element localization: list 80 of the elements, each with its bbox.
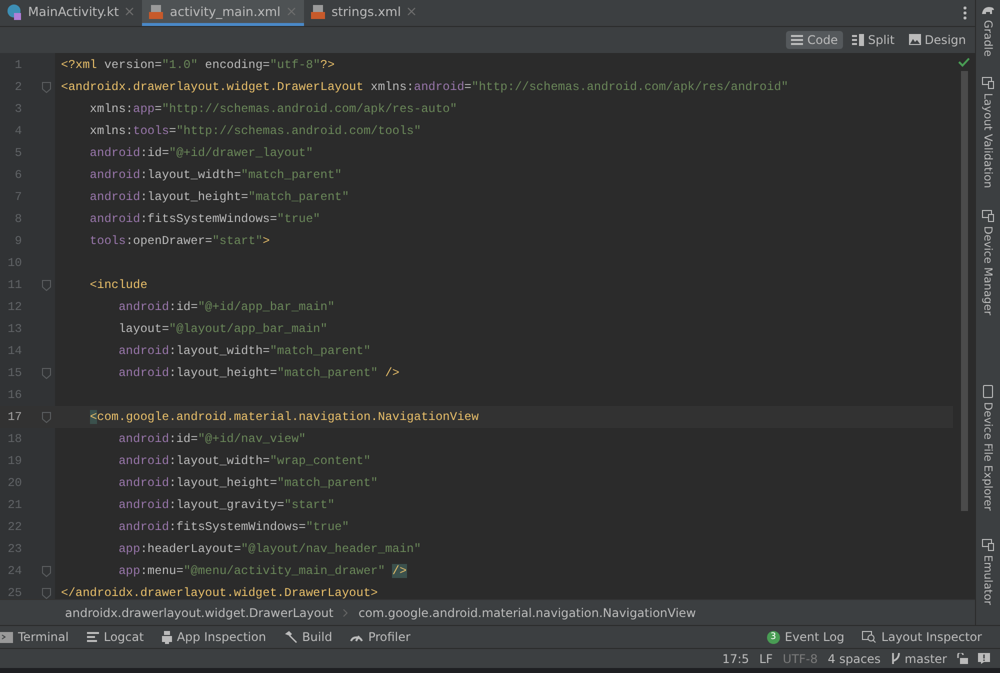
code-line: xmlns:tools="http://schemas.android.com/tools" bbox=[88, 124, 422, 138]
scrollbar-thumb[interactable] bbox=[960, 71, 968, 511]
tool-window-button[interactable]: App Inspection bbox=[162, 630, 274, 644]
lines-icon bbox=[791, 34, 804, 46]
tool-window-button[interactable]: Build bbox=[284, 630, 340, 644]
close-icon bbox=[406, 7, 416, 16]
code-line: android:layout_height="match_parent" /> bbox=[118, 366, 400, 380]
editor-tab[interactable]: strings.xml bbox=[304, 0, 424, 26]
code-line: android:layout_width="wrap_content" bbox=[118, 454, 371, 468]
code-line: layout="@layout/app_bar_main" bbox=[118, 322, 328, 336]
side-panel-tab[interactable]: Device File Explorer bbox=[982, 385, 994, 511]
elephant-icon bbox=[981, 4, 995, 16]
device-icon bbox=[982, 538, 994, 551]
side-panel-tab[interactable]: Emulator bbox=[982, 538, 994, 605]
code-line: android:layout_width="match_parent" bbox=[118, 344, 371, 358]
lines-icon bbox=[86, 632, 99, 642]
caret-position[interactable]: 17:5 bbox=[722, 652, 750, 666]
code-line: tools:openDrawer="start"> bbox=[88, 234, 270, 248]
xml-file-icon bbox=[310, 4, 326, 20]
code-line: android:id="@+id/app_bar_main" bbox=[118, 300, 335, 314]
breadcrumb[interactable]: com.google.android.material.navigation.NavigationView bbox=[358, 606, 696, 620]
lock-icon bbox=[957, 653, 968, 664]
code-line: android:layout_width="match_parent" bbox=[88, 168, 342, 182]
hammer-icon bbox=[284, 630, 298, 644]
side-panel-tab[interactable]: Layout Validation bbox=[982, 76, 994, 188]
notification-icon bbox=[978, 653, 990, 664]
code-line: android:fitsSystemWindows="true" bbox=[88, 212, 320, 226]
robot-icon bbox=[162, 630, 172, 644]
xml-file-icon bbox=[148, 4, 164, 20]
code-line: app:headerLayout="@layout/nav_header_main" bbox=[118, 542, 422, 556]
fold-icon[interactable] bbox=[42, 588, 51, 598]
line-separator[interactable]: LF bbox=[759, 652, 773, 666]
check-icon bbox=[958, 57, 970, 67]
line-number: 17 bbox=[6, 410, 22, 424]
code-line: android:fitsSystemWindows="true" bbox=[118, 520, 350, 534]
inspect-icon bbox=[862, 631, 876, 643]
code-line: <include bbox=[88, 278, 148, 292]
device-icon bbox=[982, 210, 994, 222]
code-line: android:id="@+id/drawer_layout" bbox=[88, 146, 314, 160]
count-badge: 3 bbox=[766, 630, 780, 644]
code-line: <?xml version="1.0" encoding="utf-8"?> bbox=[61, 58, 335, 72]
view-mode-button[interactable]: Design bbox=[904, 31, 971, 49]
tool-window-button[interactable]: Logcat bbox=[86, 630, 152, 644]
breadcrumb[interactable]: androidx.drawerlayout.widget.DrawerLayout bbox=[65, 606, 334, 620]
code-line: android:id="@+id/nav_view" bbox=[118, 432, 306, 446]
fold-icon[interactable] bbox=[42, 368, 51, 378]
tool-window-button[interactable]: 3 Event Log bbox=[766, 630, 852, 644]
close-icon bbox=[124, 7, 134, 16]
code-line: </androidx.drawerlayout.widget.DrawerLayout> bbox=[61, 586, 378, 600]
code-line: <com.google.android.material.navigation.NavigationView bbox=[88, 410, 479, 424]
image-icon bbox=[908, 34, 921, 46]
device-icon bbox=[982, 76, 994, 89]
fold-icon[interactable] bbox=[42, 566, 51, 576]
side-panel-tab[interactable]: Gradle bbox=[981, 4, 995, 57]
fold-icon[interactable] bbox=[42, 412, 51, 422]
code-line: android:layout_gravity="start" bbox=[118, 498, 335, 512]
code-line: xmlns:app="http://schemas.android.com/apk/res-auto" bbox=[88, 102, 458, 116]
code-line: android:layout_height="match_parent" bbox=[118, 476, 378, 490]
branch-icon bbox=[890, 652, 901, 665]
code-line: app:menu="@menu/activity_main_drawer" /> bbox=[118, 564, 407, 578]
file-icon bbox=[6, 4, 22, 20]
view-mode-button[interactable]: Split bbox=[846, 31, 900, 49]
close-icon bbox=[286, 7, 296, 16]
side-panel-tab[interactable]: Device Manager bbox=[982, 210, 994, 316]
fold-icon[interactable] bbox=[42, 280, 51, 290]
editor-tab[interactable]: MainActivity.kt bbox=[0, 0, 142, 26]
code-line: android:layout_height="match_parent" bbox=[88, 190, 350, 204]
split-icon bbox=[852, 34, 864, 46]
tool-window-button[interactable]: Terminal bbox=[0, 630, 77, 644]
chevron-icon bbox=[343, 608, 348, 616]
code-line: <androidx.drawerlayout.widget.DrawerLayout xmlns:android="http://schemas.android.com/apk/res/android" bbox=[61, 80, 788, 94]
indent-setting[interactable]: 4 spaces bbox=[828, 652, 881, 666]
tool-window-button[interactable]: Layout Inspector bbox=[862, 630, 990, 644]
git-branch[interactable]: master bbox=[904, 652, 947, 666]
fold-icon[interactable] bbox=[42, 82, 51, 92]
view-mode-button[interactable]: Code bbox=[786, 31, 843, 49]
editor-tab[interactable]: activity_main.xml bbox=[142, 0, 304, 26]
more-icon bbox=[963, 6, 967, 20]
phone-icon bbox=[983, 385, 993, 398]
tool-window-button[interactable]: Profiler bbox=[350, 630, 418, 644]
